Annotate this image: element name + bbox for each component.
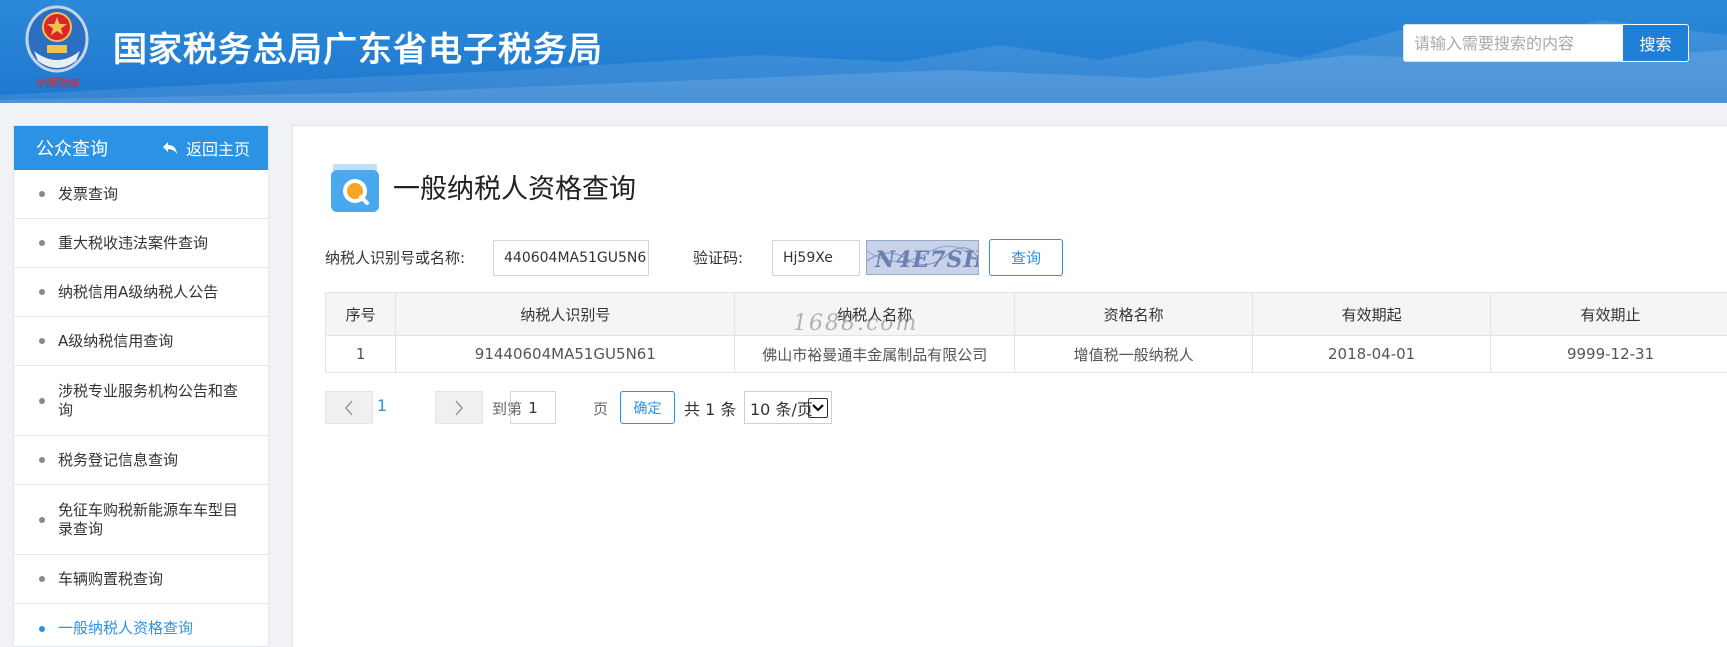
captcha-text: N4E7SH	[874, 247, 979, 273]
page-size-value: 10 条/页	[750, 399, 813, 419]
sidebar-item-label: 一般纳税人资格查询	[58, 619, 194, 637]
search-button[interactable]: 搜索	[1622, 24, 1689, 62]
sidebar-item-label: 发票查询	[58, 184, 119, 203]
page-unit-label: 页	[593, 400, 609, 418]
bullet-icon	[39, 516, 45, 523]
sidebar-item-invoice-query[interactable]: 发票查询	[14, 170, 268, 219]
sidebar-item-label: 免征车购税新能源车车型目录查询	[58, 500, 239, 538]
captcha-label: 验证码:	[693, 249, 744, 267]
query-button[interactable]: 查询	[989, 239, 1063, 276]
column-header: 序号	[324, 292, 397, 336]
sidebar-item-a-level-announcement[interactable]: 纳税信用A级纳税人公告	[14, 268, 268, 317]
table-header-row: 序号 纳税人识别号 纳税人名称 资格名称 有效期起 有效期止	[324, 292, 1727, 336]
sidebar-title: 公众查询	[36, 139, 108, 160]
table-cell: 9999-12-31	[1490, 335, 1727, 373]
captcha-image-graphic: N4E7SH	[867, 245, 979, 273]
sidebar-item-tax-service-agencies[interactable]: 涉税专业服务机构公告和查询	[14, 366, 268, 436]
bullet-icon	[39, 576, 45, 582]
column-header: 资格名称	[1014, 292, 1254, 336]
captcha-input[interactable]: Hj59Xe	[772, 240, 860, 276]
sidebar-item-general-taxpayer-query[interactable]: 一般纳税人资格查询	[14, 604, 268, 647]
sidebar-item-label: A级纳税信用查询	[58, 331, 174, 350]
next-page-button[interactable]	[435, 391, 483, 424]
sidebar-item-tax-registration[interactable]: 税务登记信息查询	[14, 436, 268, 485]
bullet-icon	[39, 289, 45, 295]
sidebar-item-tax-violation-cases[interactable]: 重大税收违法案件查询	[14, 219, 268, 268]
search-document-icon	[331, 164, 379, 212]
national-emblem-icon: 中国税务	[25, 5, 89, 90]
search-box: 搜索	[1403, 24, 1689, 62]
sidebar: 公众查询 返回主页 发票查询 重大税收违法案件查询 纳税信用A级纳税人公告 A级…	[13, 125, 269, 647]
sidebar-item-a-level-credit-query[interactable]: A级纳税信用查询	[14, 317, 268, 366]
captcha-image[interactable]: N4E7SH	[866, 240, 979, 275]
total-count: 共 1 条	[684, 400, 737, 419]
bullet-icon	[39, 397, 45, 404]
main-panel: 一般纳税人资格查询 纳税人识别号或名称: 440604MA51GU5N61 验证…	[292, 125, 1727, 647]
page-number[interactable]: 1	[369, 396, 395, 415]
sidebar-header: 公众查询 返回主页	[14, 126, 268, 170]
chevron-left-icon	[345, 400, 353, 415]
table-cell: 佛山市裕曼通丰金属制品有限公司	[734, 335, 1016, 373]
bullet-icon	[39, 338, 45, 344]
confirm-button[interactable]: 确定	[620, 391, 675, 424]
chevron-down-icon	[808, 398, 828, 418]
result-table: 序号 纳税人识别号 纳税人名称 资格名称 有效期起 有效期止 1 9144060…	[324, 292, 1727, 373]
sidebar-item-label: 纳税信用A级纳税人公告	[58, 282, 219, 301]
search-input[interactable]	[1404, 25, 1622, 61]
column-header: 纳税人识别号	[395, 292, 736, 336]
taxpayer-label: 纳税人识别号或名称:	[325, 249, 466, 267]
column-header: 纳税人名称	[734, 292, 1016, 336]
bullet-icon	[39, 625, 45, 632]
sidebar-item-label: 税务登记信息查询	[58, 450, 179, 469]
table-cell: 2018-04-01	[1252, 335, 1492, 373]
prev-page-button[interactable]	[325, 391, 373, 424]
sidebar-item-label: 涉税专业服务机构公告和查询	[58, 381, 239, 419]
page-header: 中国税务 国家税务总局广东省电子税务局 搜索	[0, 0, 1727, 103]
back-arrow-icon	[162, 142, 177, 154]
table-cell: 91440604MA51GU5N61	[395, 335, 736, 373]
chevron-right-icon	[455, 400, 463, 415]
bullet-icon	[39, 457, 45, 463]
page-size-select[interactable]: 10 条/页	[744, 391, 832, 424]
bullet-icon	[39, 240, 45, 246]
sidebar-item-nev-catalog[interactable]: 免征车购税新能源车车型目录查询	[14, 485, 268, 555]
column-header: 有效期起	[1252, 292, 1492, 336]
back-home-label: 返回主页	[185, 140, 250, 159]
back-home-link[interactable]: 返回主页	[162, 136, 250, 160]
bullet-icon	[39, 191, 45, 197]
table-row: 1 91440604MA51GU5N61 佛山市裕曼通丰金属制品有限公司 增值税…	[324, 335, 1727, 373]
goto-page-input[interactable]: 1	[510, 391, 556, 424]
site-title: 国家税务总局广东省电子税务局	[113, 30, 603, 70]
svg-text:中国税务: 中国税务	[35, 77, 80, 90]
page-title: 一般纳税人资格查询	[393, 174, 636, 205]
sidebar-item-label: 重大税收违法案件查询	[58, 233, 209, 252]
sidebar-item-label: 车辆购置税查询	[58, 569, 164, 588]
table-cell: 增值税一般纳税人	[1014, 335, 1254, 373]
taxpayer-id-input[interactable]: 440604MA51GU5N61	[493, 240, 649, 276]
table-cell: 1	[324, 335, 397, 373]
sidebar-item-vehicle-purchase-tax[interactable]: 车辆购置税查询	[14, 555, 268, 604]
column-header: 有效期止	[1490, 292, 1727, 336]
